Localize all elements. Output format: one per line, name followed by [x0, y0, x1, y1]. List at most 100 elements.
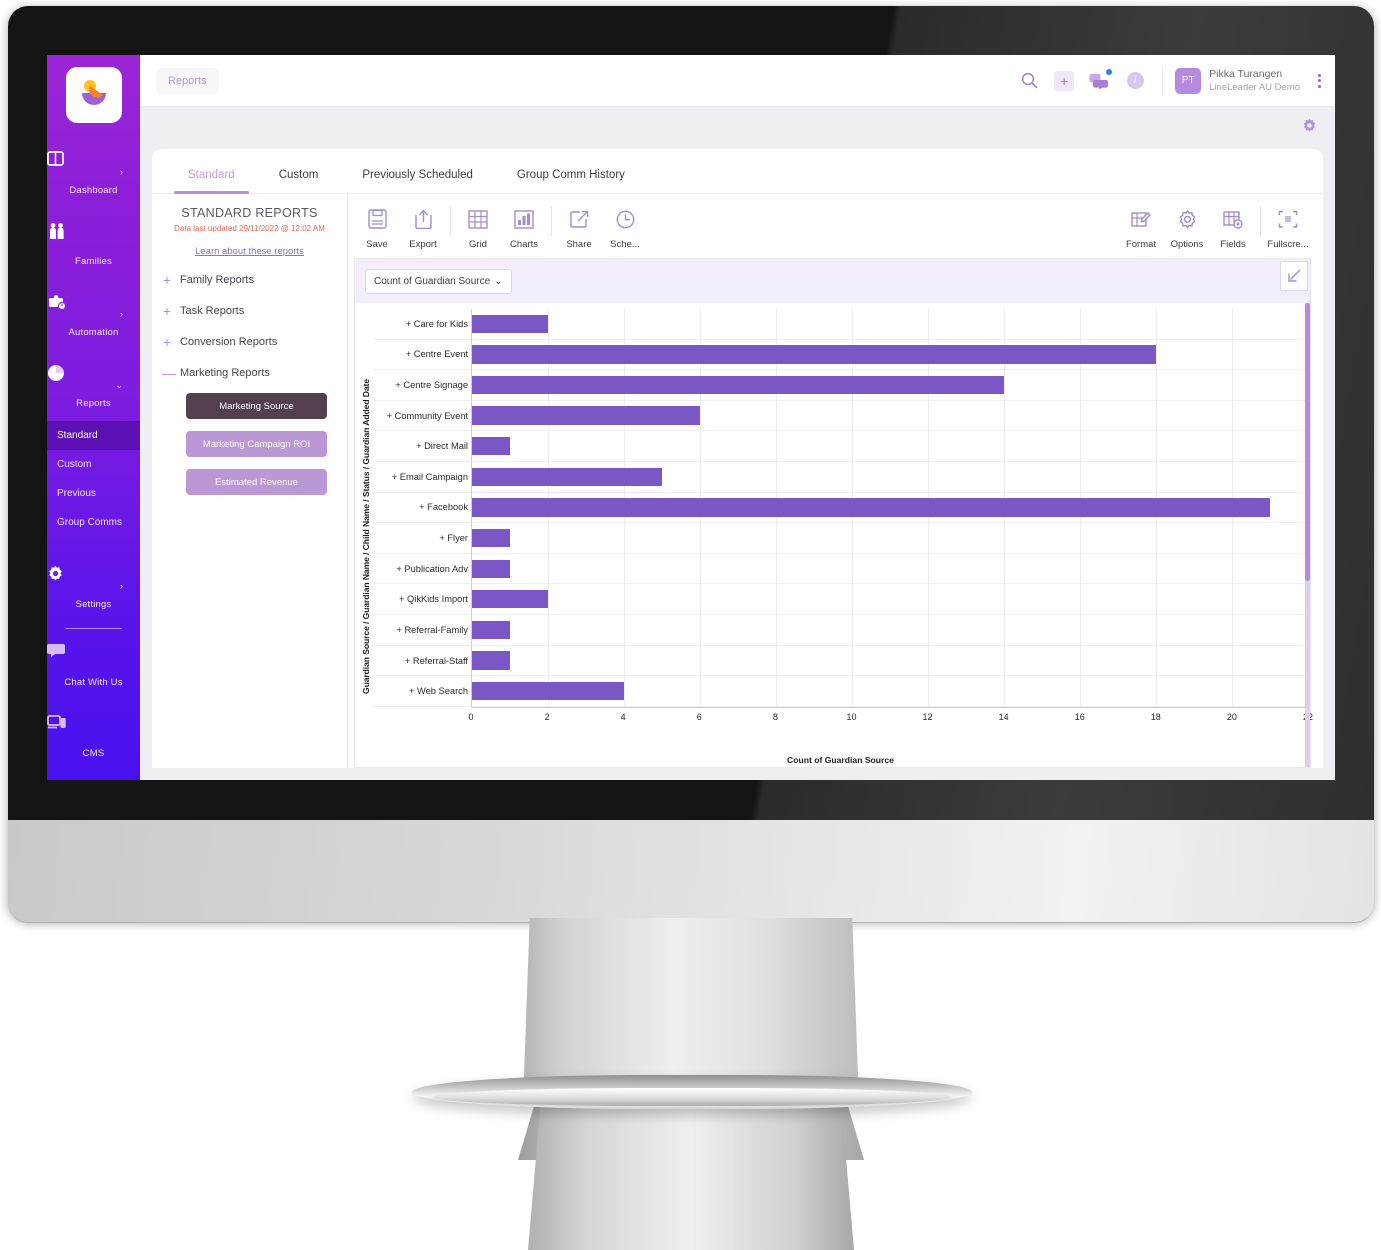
chart-gridline [1080, 584, 1081, 615]
learn-about-reports-link[interactable]: Learn about these reports [162, 246, 337, 257]
chart-bar-track [471, 400, 1309, 432]
chart-category-label[interactable]: + Publication Adv [373, 554, 471, 585]
collapse-panel-button[interactable] [1280, 261, 1308, 291]
sidebar-subitem-previous[interactable]: Previous [47, 479, 140, 508]
chart-gridline [928, 523, 929, 553]
toolbar-schedule-button[interactable]: Sche... [602, 204, 648, 252]
chart-category-label[interactable]: + Referral-Family [373, 615, 471, 646]
report-group-family[interactable]: + Family Reports [162, 272, 337, 288]
chart-gridline [852, 309, 853, 339]
sidebar-item-automation[interactable]: › Automation [47, 279, 140, 350]
chart-category-label[interactable]: + Direct Mail [373, 431, 471, 463]
search-icon[interactable] [1018, 70, 1040, 92]
chart-gridline [1004, 370, 1005, 400]
chart-bar[interactable] [472, 559, 510, 578]
sidebar-subitem-group-comms[interactable]: Group Comms [47, 508, 140, 537]
sidebar: › Dashboard Families › Automation ⌄ Repo… [47, 55, 140, 780]
gear-icon [47, 565, 140, 587]
chart-bar[interactable] [472, 467, 662, 487]
page-settings-gear-icon[interactable] [1302, 118, 1317, 133]
report-group-task[interactable]: + Task Reports [162, 303, 337, 319]
automation-icon [47, 293, 140, 315]
x-axis-tick-label: 2 [544, 712, 550, 722]
app-logo[interactable] [65, 67, 122, 123]
chat-icon [47, 643, 140, 665]
sidebar-item-dashboard[interactable]: › Dashboard [47, 137, 140, 208]
toolbar-export-button[interactable]: Export [400, 204, 446, 252]
messages-icon[interactable] [1088, 68, 1113, 92]
user-menu[interactable]: PT Pikka Turangen LineLeader AU Demo [1175, 67, 1321, 94]
chart-bar-rows: + Care for Kids + Centre Event + Centre Si… [373, 309, 1309, 707]
info-icon[interactable]: i [1124, 70, 1146, 92]
charts-icon [501, 204, 547, 234]
chart-category-label[interactable]: + Email Campaign [373, 462, 471, 493]
chart-bar[interactable] [472, 345, 1156, 364]
sidebar-item-reports[interactable]: ⌄ Reports [47, 350, 140, 421]
chart-gridline [548, 431, 549, 462]
report-button-estimated-revenue[interactable]: Estimated Revenue [186, 469, 327, 495]
toolbar-charts-button[interactable]: Charts [501, 204, 547, 252]
chart-bar[interactable] [472, 528, 510, 548]
report-button-marketing-campaign-roi[interactable]: Marketing Campaign ROI [186, 431, 327, 457]
chart-vertical-scrollbar[interactable] [1305, 303, 1310, 767]
toolbar-options-button[interactable]: Options [1164, 204, 1210, 252]
chart-bar[interactable] [472, 375, 1004, 395]
chart-category-label[interactable]: + Referral-Staff [373, 646, 471, 677]
share-icon [556, 204, 602, 234]
chart-bar[interactable] [472, 590, 548, 609]
toolbar-format-button[interactable]: Format [1118, 204, 1164, 252]
report-group-marketing[interactable]: — Marketing Reports [162, 365, 337, 381]
tab-previously-scheduled[interactable]: Previously Scheduled [340, 163, 495, 193]
lineleader-logo-icon [81, 80, 106, 105]
sidebar-item-settings[interactable]: › Settings [47, 551, 140, 622]
sidebar-subitem-custom[interactable]: Custom [47, 450, 140, 479]
chart-category-label[interactable]: + Centre Event [373, 340, 471, 371]
sidebar-subitem-standard[interactable]: Standard [47, 421, 140, 450]
chart-gridline [928, 676, 929, 706]
chart-plot-area: Guardian Source / Guardian Name / Child … [355, 303, 1313, 767]
chart-category-label[interactable]: + Care for Kids [373, 309, 471, 340]
chart-category-label[interactable]: + Web Search [373, 676, 471, 707]
toolbar-share-button[interactable]: Share [556, 204, 602, 252]
chart-row: + Community Event [373, 400, 1309, 432]
scrollbar-thumb[interactable] [1305, 303, 1310, 582]
chart-gridline [776, 676, 777, 706]
sidebar-item-families[interactable]: Families [47, 208, 140, 279]
chart-plot: + Care for Kids + Centre Event + Centre Si… [373, 309, 1313, 765]
toolbar-grid-button[interactable]: Grid [455, 204, 501, 252]
measure-select[interactable]: Count of Guardian Source ⌄ [365, 268, 512, 294]
breadcrumb[interactable]: Reports [156, 67, 219, 94]
chart-bar[interactable] [472, 620, 510, 640]
chart-category-label[interactable]: + Flyer [373, 523, 471, 554]
chart-gridline [1080, 462, 1081, 492]
chart-row: + Centre Event [373, 339, 1309, 371]
add-icon[interactable]: + [1054, 70, 1075, 91]
chart-category-label[interactable]: + Centre Signage [373, 370, 471, 401]
toolbar-fullscreen-button[interactable]: Fullscre... [1265, 204, 1311, 252]
tab-custom[interactable]: Custom [257, 163, 341, 193]
sidebar-item-chat[interactable]: Chat With Us [47, 629, 140, 700]
toolbar-save-button[interactable]: Save [354, 204, 400, 252]
x-axis-tick-label: 12 [922, 712, 933, 722]
chart-bar[interactable] [472, 406, 700, 425]
x-axis-line: 0246810121416182022 [468, 707, 1313, 737]
chart-bar[interactable] [472, 437, 510, 456]
chart-bar-track [471, 584, 1309, 616]
tab-standard[interactable]: Standard [166, 163, 257, 194]
chart-bar[interactable] [472, 314, 548, 333]
report-button-marketing-source[interactable]: Marketing Source [186, 393, 327, 419]
tab-group-comm-history[interactable]: Group Comm History [495, 163, 647, 193]
chart-bar[interactable] [472, 681, 624, 701]
chart-category-label[interactable]: + Community Event [373, 401, 471, 432]
chart-category-label[interactable]: + QikKids Import [373, 584, 471, 616]
kebab-menu-icon[interactable] [1318, 73, 1321, 88]
chart-bar[interactable] [472, 498, 1270, 517]
toolbar-fields-button[interactable]: Fields [1210, 204, 1256, 252]
chart-bar-track [471, 309, 1309, 340]
report-group-conversion[interactable]: + Conversion Reports [162, 334, 337, 350]
chart-category-label[interactable]: + Facebook [373, 493, 471, 524]
collapse-minus-icon: — [162, 365, 176, 381]
chart-gridline [852, 645, 853, 676]
chart-bar[interactable] [472, 651, 510, 670]
sidebar-item-cms[interactable]: CMS [47, 700, 140, 771]
